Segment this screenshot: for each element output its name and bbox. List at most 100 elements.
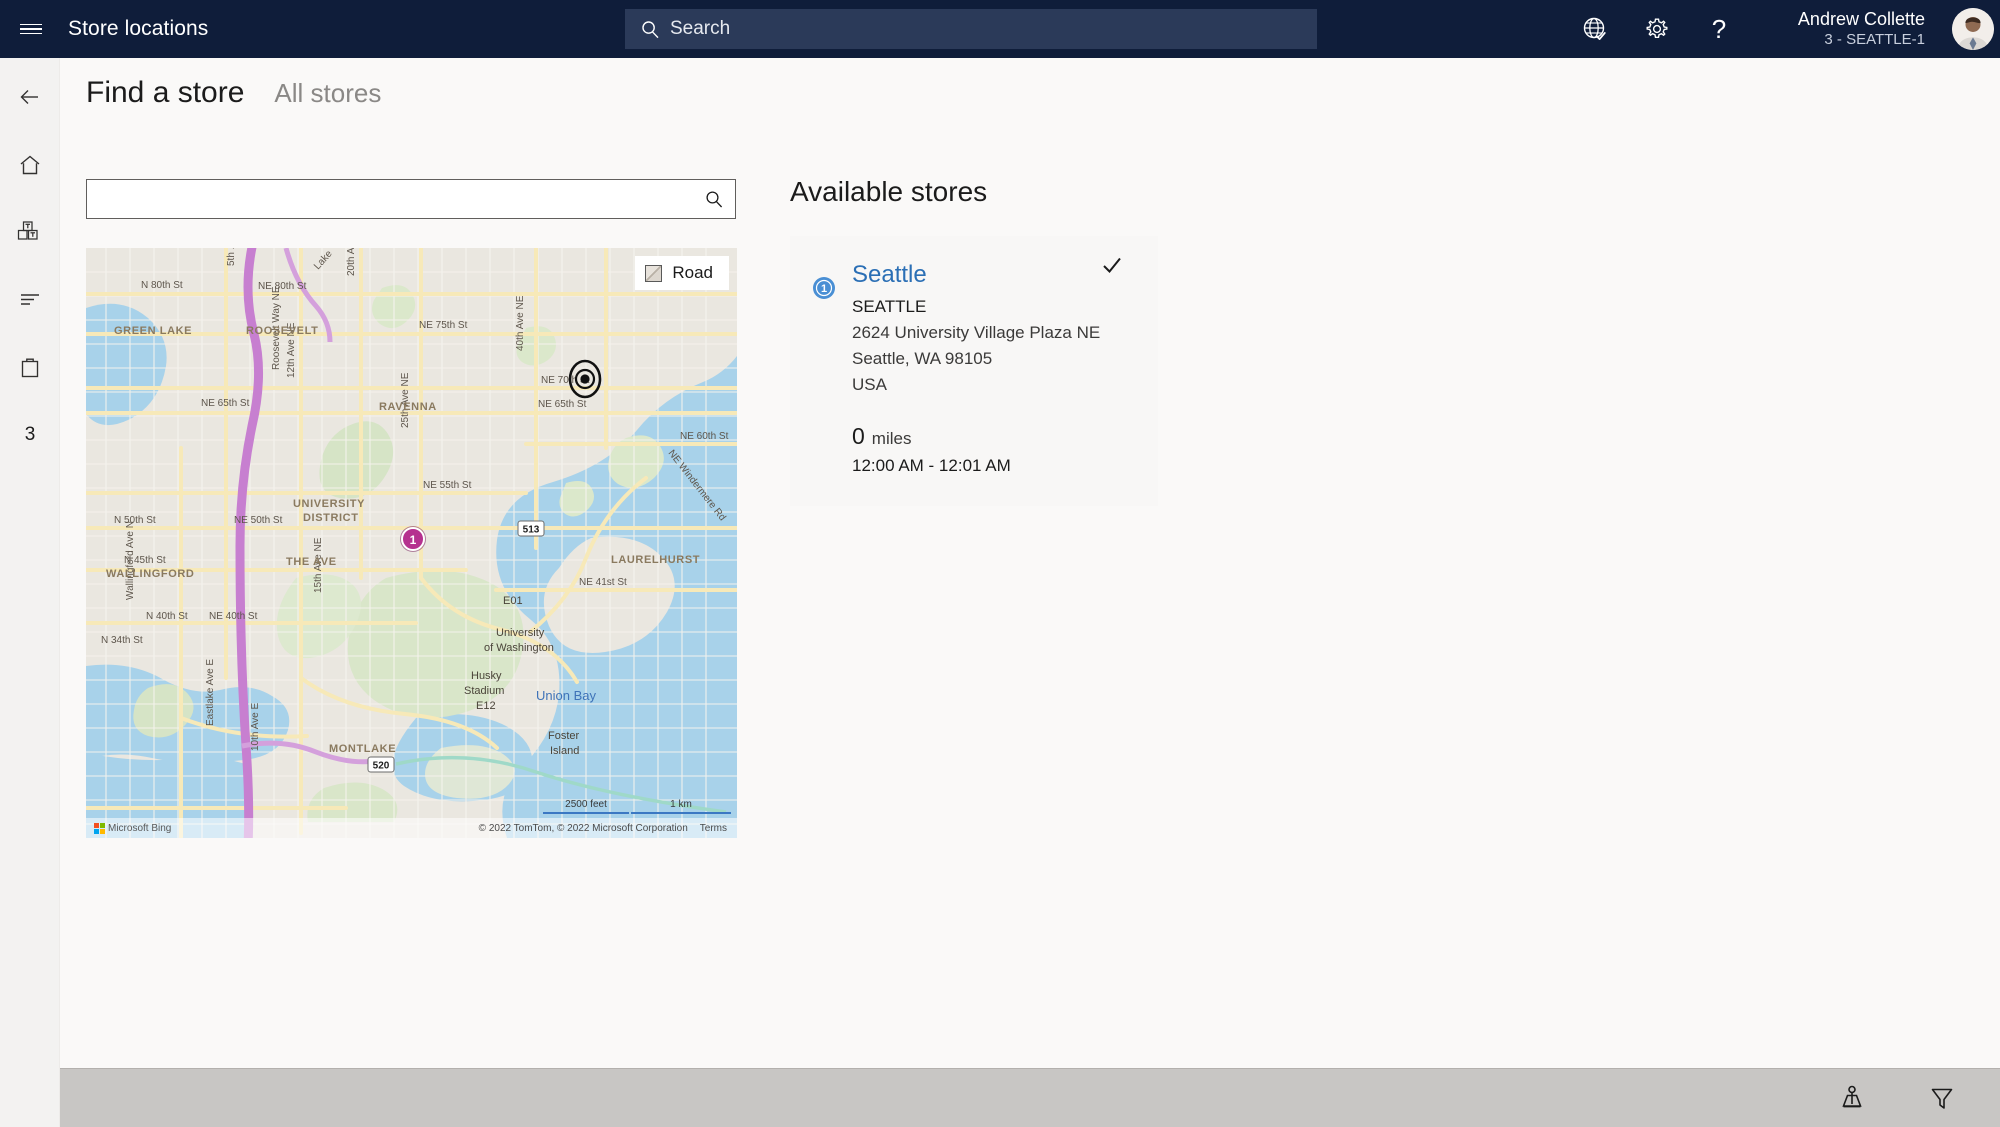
svg-text:520: 520 — [373, 761, 390, 772]
ellipsis-icon[interactable] — [1985, 1069, 2000, 1127]
svg-text:N 80th St: N 80th St — [141, 280, 183, 291]
hamburger-menu-icon[interactable] — [0, 0, 62, 58]
map-credits: Microsoft Bing © 2022 TomTom, © 2022 Mic… — [86, 818, 737, 838]
store-marker-number: 1 — [821, 283, 827, 295]
scale-km-label: 1 km — [670, 799, 692, 810]
svg-text:NE 65th St: NE 65th St — [538, 399, 587, 410]
page-header: Find a store All stores — [86, 76, 381, 110]
svg-text:THE AVE: THE AVE — [286, 556, 337, 568]
map-canvas: 1 513 520 N 80th St NE 80th St 5th ... L… — [86, 248, 737, 838]
scale-km: 1 km — [631, 799, 731, 814]
svg-text:MONTLAKE: MONTLAKE — [329, 743, 396, 755]
map-copyright: © 2022 TomTom, © 2022 Microsoft Corporat… — [478, 822, 688, 834]
map-pin-1: 1 — [400, 526, 426, 552]
svg-text:E12: E12 — [476, 700, 496, 712]
store-country: USA — [852, 375, 887, 394]
svg-text:NE 60th St: NE 60th St — [680, 431, 729, 442]
svg-text:RAVENNA: RAVENNA — [379, 401, 437, 413]
rail-count-label: 3 — [24, 424, 36, 445]
question-mark-icon[interactable]: ? — [1690, 0, 1748, 58]
svg-text:Wallingford Ave N: Wallingford Ave N — [125, 521, 136, 600]
svg-text:Eastlake Ave E: Eastlake Ave E — [205, 659, 216, 726]
top-app-bar: Store locations Search ? Andrew Collette… — [0, 0, 2000, 58]
svg-text:5th ...: 5th ... — [226, 248, 237, 266]
store-distance-value: 0 — [852, 423, 865, 449]
svg-text:DISTRICT: DISTRICT — [303, 512, 359, 524]
store-name-link[interactable]: Seattle — [852, 258, 1142, 292]
hamburger-bar — [20, 32, 42, 35]
svg-text:N 34th St: N 34th St — [101, 635, 143, 646]
shopping-bag-icon[interactable] — [0, 336, 60, 398]
svg-text:Union Bay: Union Bay — [536, 688, 596, 703]
svg-text:Foster: Foster — [548, 730, 580, 742]
svg-text:NE 41st St: NE 41st St — [579, 577, 627, 588]
tab-all-stores[interactable]: All stores — [274, 78, 381, 109]
svg-text:of Washington: of Washington — [484, 642, 554, 654]
svg-text:ROOSEVELT: ROOSEVELT — [246, 325, 318, 337]
weight-scale-icon[interactable] — [1823, 1069, 1881, 1127]
svg-text:NE 40th St: NE 40th St — [209, 611, 258, 622]
user-info-block[interactable]: Andrew Collette 3 - SEATTLE-1 — [1755, 8, 1925, 50]
svg-text:E01: E01 — [503, 595, 523, 607]
store-search-button[interactable] — [693, 180, 735, 218]
map-type-selector[interactable]: Road — [635, 256, 729, 290]
svg-text:NE 75th St: NE 75th St — [419, 320, 468, 331]
main-content: Find a store All stores 1 513 520 N 80th… — [60, 58, 2000, 1068]
svg-text:NE 55th St: NE 55th St — [423, 480, 472, 491]
hamburger-bar — [20, 28, 42, 30]
global-search-box[interactable]: Search — [625, 9, 1317, 49]
bottom-command-bar — [60, 1068, 2000, 1127]
svg-text:NE 65th St: NE 65th St — [201, 398, 250, 409]
svg-text:LAURELHURST: LAURELHURST — [611, 554, 700, 566]
list-lines-icon[interactable] — [0, 268, 60, 330]
bing-logo: Microsoft Bing — [94, 822, 172, 834]
svg-text:N 40th St: N 40th St — [146, 611, 188, 622]
globe-check-icon[interactable] — [1566, 0, 1624, 58]
products-icon[interactable] — [0, 200, 60, 262]
global-search-placeholder: Search — [670, 18, 731, 39]
bing-map[interactable]: 1 513 520 N 80th St NE 80th St 5th ... L… — [86, 248, 737, 838]
user-name: Andrew Collette — [1797, 9, 1925, 29]
available-stores-title: Available stores — [790, 176, 988, 207]
page-title: Find a store — [86, 76, 245, 109]
svg-text:513: 513 — [523, 525, 540, 536]
svg-text:University: University — [496, 627, 545, 639]
road-swatch-icon — [645, 264, 663, 282]
store-hours: 12:00 AM - 12:01 AM — [852, 456, 1011, 475]
avatar[interactable] — [1952, 8, 1994, 50]
locate-me-icon[interactable] — [564, 358, 606, 400]
store-distance-unit: miles — [871, 429, 912, 448]
store-marker-icon: 1 — [812, 276, 836, 300]
store-distance: 0 miles — [852, 423, 1142, 450]
hamburger-bar — [20, 23, 42, 26]
store-search-input[interactable] — [87, 180, 693, 218]
svg-text:1: 1 — [410, 533, 417, 547]
help-label: ? — [1711, 13, 1727, 44]
user-store-id: 3 - SEATTLE-1 — [1824, 31, 1925, 48]
svg-text:NE 50th St: NE 50th St — [234, 515, 283, 526]
store-card[interactable]: 1 Seattle SEATTLE 2624 University Villag… — [790, 236, 1158, 506]
funnel-filter-icon[interactable] — [1913, 1069, 1971, 1127]
svg-text:Husky: Husky — [471, 670, 502, 682]
gear-icon[interactable] — [1628, 0, 1686, 58]
map-type-label: Road — [672, 263, 713, 282]
scale-feet: 2500 feet — [543, 799, 629, 814]
svg-text:GREEN LAKE: GREEN LAKE — [114, 325, 192, 337]
svg-text:UNIVERSITY: UNIVERSITY — [293, 498, 365, 510]
map-terms-link[interactable]: Terms — [700, 823, 727, 834]
store-address-line-1: 2624 University Village Plaza NE — [852, 323, 1101, 342]
back-arrow-icon[interactable] — [0, 66, 60, 128]
svg-text:NE 80th St: NE 80th St — [258, 281, 307, 292]
left-navigation-rail: 3 — [0, 58, 60, 1127]
bing-label: Microsoft Bing — [108, 822, 172, 834]
highway-shield: 513 — [517, 520, 545, 537]
highway-shield: 520 — [367, 756, 395, 773]
scale-feet-label: 2500 feet — [565, 799, 607, 810]
store-address-line-2: Seattle, WA 98105 — [852, 349, 993, 368]
store-search-field[interactable] — [86, 179, 736, 219]
home-icon[interactable] — [0, 134, 60, 196]
store-city: SEATTLE — [852, 297, 927, 316]
svg-text:Stadium: Stadium — [464, 685, 504, 697]
store-card-body: Seattle SEATTLE 2624 University Village … — [852, 258, 1142, 476]
map-water-labels: Union Bay — [536, 688, 596, 703]
